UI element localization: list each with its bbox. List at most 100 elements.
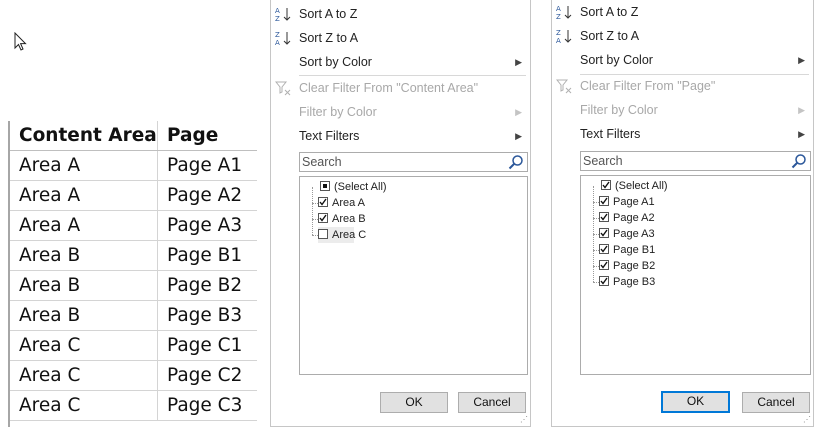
sort-z-to-a-label: Sort Z to A bbox=[299, 31, 359, 45]
sort-by-color-label: Sort by Color bbox=[299, 55, 372, 69]
column-header-page[interactable]: Page bbox=[157, 121, 257, 151]
sort-ascending-icon: AZ bbox=[275, 7, 291, 22]
list-item-label: (Select All) bbox=[615, 180, 668, 192]
sort-ascending-icon: AZ bbox=[556, 5, 572, 20]
list-item-label: Page A1 bbox=[613, 196, 655, 208]
sort-by-color-item[interactable]: Sort by Color ▶ bbox=[552, 49, 813, 71]
table-cell[interactable]: Area A bbox=[10, 150, 158, 181]
text-filters-label: Text Filters bbox=[299, 129, 360, 143]
table-cell[interactable]: Area A bbox=[10, 210, 158, 241]
sort-z-to-a-item[interactable]: ZA Sort Z to A bbox=[271, 27, 530, 49]
table-cell[interactable]: Area A bbox=[10, 180, 158, 211]
list-item-label: Page B1 bbox=[613, 244, 656, 256]
list-item-label: Area C bbox=[332, 229, 367, 241]
mouse-pointer-icon bbox=[14, 32, 27, 51]
svg-text:Z: Z bbox=[556, 13, 561, 20]
sort-a-to-z-item[interactable]: AZ Sort A to Z bbox=[271, 3, 530, 25]
resize-grip-icon[interactable]: ⋰ bbox=[520, 415, 528, 424]
list-item-label: Page A3 bbox=[613, 228, 655, 240]
sort-a-to-z-label: Sort A to Z bbox=[299, 7, 358, 21]
checkbox-checked-icon[interactable] bbox=[318, 197, 328, 207]
clear-filter-icon bbox=[275, 81, 291, 96]
search-input[interactable] bbox=[583, 153, 767, 169]
list-item-label: Page A2 bbox=[613, 212, 655, 224]
svg-text:A: A bbox=[275, 7, 280, 15]
table-cell[interactable]: Page C3 bbox=[157, 390, 257, 421]
table-cell[interactable]: Page B2 bbox=[157, 270, 257, 301]
search-box[interactable] bbox=[580, 151, 811, 171]
menu-divider bbox=[299, 75, 526, 76]
tree-line bbox=[312, 187, 313, 235]
list-item-label: Area A bbox=[332, 197, 366, 209]
column-header-content-area[interactable]: Content Area bbox=[10, 121, 158, 151]
checkbox-checked-icon[interactable] bbox=[599, 212, 609, 222]
sort-a-to-z-item[interactable]: AZ Sort A to Z bbox=[552, 1, 813, 23]
svg-text:A: A bbox=[275, 39, 280, 46]
table-cell[interactable]: Page B3 bbox=[157, 300, 257, 331]
checkbox-checked-icon[interactable] bbox=[599, 276, 609, 286]
sort-descending-icon: ZA bbox=[556, 29, 572, 44]
table-row: Area C Page C1 bbox=[10, 330, 257, 361]
sort-descending-icon: ZA bbox=[275, 31, 291, 46]
table-row: Area B Page B1 bbox=[10, 240, 257, 271]
text-filters-item[interactable]: Text Filters ▶ bbox=[552, 123, 813, 145]
submenu-arrow-icon: ▶ bbox=[515, 107, 522, 117]
table-cell[interactable]: Area C bbox=[10, 390, 158, 421]
checkbox-checked-icon[interactable] bbox=[599, 244, 609, 254]
table-cell[interactable]: Area C bbox=[10, 330, 158, 361]
filter-panel-content-area: AZ Sort A to Z ZA Sort Z to A Sort by Co… bbox=[270, 0, 531, 427]
table-cell[interactable]: Area B bbox=[10, 270, 158, 301]
list-item-label: (Select All) bbox=[334, 181, 387, 193]
list-item-label: Page B3 bbox=[613, 276, 656, 288]
svg-text:Z: Z bbox=[556, 29, 561, 37]
checkbox-checked-icon[interactable] bbox=[599, 196, 609, 206]
resize-grip-icon[interactable]: ⋰ bbox=[803, 415, 811, 424]
filter-values-list: (Select All) Page A1 Page A2 Page A3 Pag… bbox=[580, 175, 811, 375]
table-cell[interactable]: Area C bbox=[10, 360, 158, 391]
svg-text:A: A bbox=[556, 5, 561, 13]
list-item-area-c[interactable]: Area C bbox=[318, 227, 366, 243]
filter-by-color-label: Filter by Color bbox=[299, 105, 377, 119]
sort-by-color-label: Sort by Color bbox=[580, 53, 653, 67]
partial-checkbox-icon[interactable] bbox=[320, 181, 330, 191]
table-cell[interactable]: Page C1 bbox=[157, 330, 257, 361]
table-cell[interactable]: Page C2 bbox=[157, 360, 257, 391]
cancel-button[interactable]: Cancel bbox=[458, 392, 526, 413]
svg-text:A: A bbox=[556, 37, 561, 44]
submenu-arrow-icon: ▶ bbox=[798, 129, 805, 139]
table-cell[interactable]: Page A3 bbox=[157, 210, 257, 241]
cancel-button[interactable]: Cancel bbox=[742, 392, 810, 413]
sort-by-color-item[interactable]: Sort by Color ▶ bbox=[271, 51, 530, 73]
clear-filter-label: Clear Filter From "Content Area" bbox=[299, 81, 479, 95]
search-box[interactable] bbox=[299, 152, 528, 172]
sort-z-to-a-item[interactable]: ZA Sort Z to A bbox=[552, 25, 813, 47]
ok-button[interactable]: OK bbox=[661, 391, 730, 413]
sort-a-to-z-label: Sort A to Z bbox=[580, 5, 639, 19]
table-cell[interactable]: Area B bbox=[10, 300, 158, 331]
table-cell[interactable]: Area B bbox=[10, 240, 158, 271]
list-item-label: Page B2 bbox=[613, 260, 656, 272]
sort-z-to-a-label: Sort Z to A bbox=[580, 29, 640, 43]
table-row: Area B Page B3 bbox=[10, 300, 257, 331]
checkbox-checked-icon[interactable] bbox=[599, 260, 609, 270]
table-row: Area A Page A3 bbox=[10, 210, 257, 241]
filter-panel-page: AZ Sort A to Z ZA Sort Z to A Sort by Co… bbox=[551, 0, 814, 427]
search-input[interactable] bbox=[302, 154, 484, 170]
clear-filter-icon bbox=[556, 79, 572, 94]
svg-text:Z: Z bbox=[275, 31, 280, 39]
table-cell[interactable]: Page A1 bbox=[157, 150, 257, 181]
checkbox-checked-icon[interactable] bbox=[599, 228, 609, 238]
checkbox-checked-icon[interactable] bbox=[318, 213, 328, 223]
text-filters-item[interactable]: Text Filters ▶ bbox=[271, 125, 530, 147]
checkbox-unchecked-icon[interactable] bbox=[318, 229, 328, 239]
search-icon bbox=[508, 155, 523, 170]
filter-by-color-item: Filter by Color ▶ bbox=[552, 99, 813, 121]
table-cell[interactable]: Page A2 bbox=[157, 180, 257, 211]
table-cell[interactable]: Page B1 bbox=[157, 240, 257, 271]
list-item-label: Area B bbox=[332, 213, 366, 225]
filter-values-list: (Select All) Area A Area B Area C bbox=[299, 176, 528, 375]
svg-text:Z: Z bbox=[275, 15, 280, 22]
ok-button[interactable]: OK bbox=[380, 392, 448, 413]
checkbox-checked-icon[interactable] bbox=[601, 180, 611, 190]
header-row: Content Area Page bbox=[10, 121, 257, 151]
